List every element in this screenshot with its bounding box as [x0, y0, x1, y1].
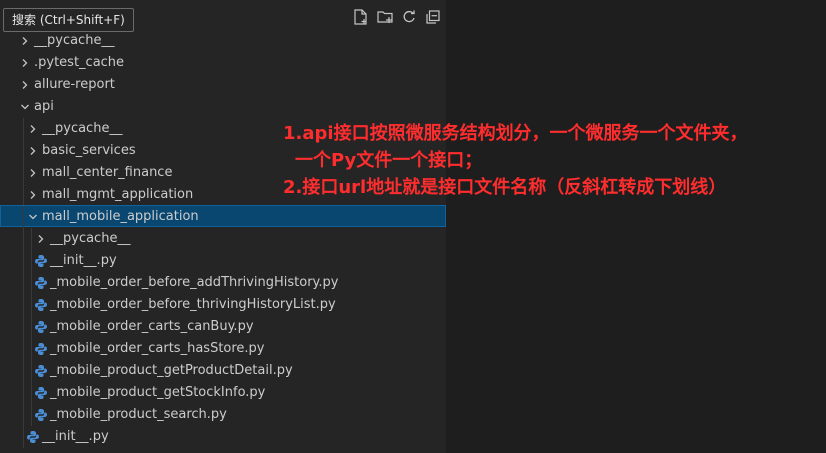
new-file-icon[interactable]: [352, 8, 370, 26]
indent-guide: [23, 316, 24, 338]
indent-guide: [31, 294, 32, 316]
python-file-icon: [33, 407, 49, 423]
refresh-icon[interactable]: [400, 8, 418, 26]
tree-file-item[interactable]: _mobile_product_search.py: [0, 403, 446, 426]
chevron-right-icon[interactable]: [25, 121, 41, 137]
indent-guide: [31, 272, 32, 294]
indent-guide: [23, 184, 24, 206]
tree-item-label: __pycache__: [34, 33, 115, 48]
tree-item-label: __pycache__: [42, 121, 123, 136]
tree-item-label: .pytest_cache: [34, 55, 125, 70]
python-file-icon: [33, 275, 49, 291]
tree-item-label: api: [34, 99, 54, 114]
indent-guide: [23, 118, 24, 140]
annotation-line-2: 一个Py文件一个接口；: [295, 150, 483, 171]
tree-file-item[interactable]: _mobile_order_carts_canBuy.py: [0, 315, 446, 338]
indent-guide: [31, 316, 32, 338]
indent-guide: [23, 360, 24, 382]
file-tree: __pycache__ .pytest_cache allure-report api…: [0, 29, 446, 448]
indent-guide: [23, 162, 24, 184]
annotation-text: 1.api接口按照微服务结构划分，一个微服务一个文件夹， 一个Py文件一个接口；…: [283, 120, 748, 201]
python-file-icon: [25, 429, 41, 445]
tree-item-label: _mobile_order_before_thrivingHistoryList…: [50, 297, 336, 312]
tree-folder-item[interactable]: allure-report: [0, 73, 446, 95]
explorer-sidebar: 搜索 (Ctrl+Shift+F) __pycache__ .pytest_ca…: [0, 0, 446, 453]
indent-guide: [31, 360, 32, 382]
indent-guide: [23, 140, 24, 162]
new-folder-icon[interactable]: [376, 8, 394, 26]
tree-item-label: _mobile_product_getProductDetail.py: [50, 363, 293, 378]
python-file-icon: [33, 319, 49, 335]
tree-folder-item[interactable]: api: [0, 95, 446, 117]
python-file-icon: [33, 341, 49, 357]
indent-guide: [31, 338, 32, 360]
chevron-right-icon[interactable]: [17, 33, 33, 49]
tree-file-item[interactable]: _mobile_order_before_addThrivingHistory.…: [0, 271, 446, 294]
tree-file-item[interactable]: _mobile_order_carts_hasStore.py: [0, 337, 446, 360]
chevron-right-icon[interactable]: [33, 231, 49, 247]
tree-item-label: __init__.py: [50, 253, 117, 268]
chevron-right-icon[interactable]: [25, 187, 41, 203]
tree-item-label: _mobile_product_search.py: [50, 407, 227, 422]
indent-guide: [23, 272, 24, 294]
search-tooltip: 搜索 (Ctrl+Shift+F): [3, 8, 134, 32]
chevron-down-icon[interactable]: [17, 99, 33, 115]
tree-file-item[interactable]: __init__.py: [0, 425, 446, 448]
python-file-icon: [33, 297, 49, 313]
indent-guide: [31, 250, 32, 272]
tree-file-item[interactable]: _mobile_product_getStockInfo.py: [0, 381, 446, 404]
tree-file-item[interactable]: _mobile_product_getProductDetail.py: [0, 359, 446, 382]
tree-folder-item[interactable]: mall_mobile_application: [0, 205, 446, 228]
tree-item-label: _mobile_order_before_addThrivingHistory.…: [50, 275, 339, 290]
indent-guide: [23, 294, 24, 316]
tree-item-label: __init__.py: [42, 429, 109, 444]
explorer-toolbar: [352, 8, 442, 26]
tree-item-label: mall_center_finance: [42, 165, 173, 180]
chevron-right-icon[interactable]: [17, 77, 33, 93]
python-file-icon: [33, 253, 49, 269]
chevron-right-icon[interactable]: [25, 165, 41, 181]
tree-item-label: _mobile_order_carts_canBuy.py: [50, 319, 254, 334]
python-file-icon: [33, 385, 49, 401]
annotation-line-1: 1.api接口按照微服务结构划分，一个微服务一个文件夹，: [283, 123, 748, 144]
indent-guide: [31, 228, 32, 250]
indent-guide: [31, 404, 32, 426]
tree-file-item[interactable]: __init__.py: [0, 249, 446, 272]
tree-item-label: _mobile_order_carts_hasStore.py: [50, 341, 265, 356]
indent-guide: [23, 228, 24, 250]
chevron-down-icon[interactable]: [25, 209, 41, 225]
indent-guide: [23, 382, 24, 404]
chevron-right-icon[interactable]: [17, 55, 33, 71]
annotation-line-3: 2.接口url地址就是接口文件名称（反斜杠转成下划线）: [283, 177, 727, 198]
tree-item-label: allure-report: [34, 77, 115, 92]
indent-guide: [31, 382, 32, 404]
tree-folder-item[interactable]: .pytest_cache: [0, 51, 446, 73]
tree-folder-item[interactable]: __pycache__: [0, 227, 446, 250]
tree-item-label: mall_mgmt_application: [42, 187, 194, 202]
indent-guide: [23, 206, 24, 228]
tree-item-label: basic_services: [42, 143, 136, 158]
tree-item-label: mall_mobile_application: [42, 209, 199, 224]
tree-folder-item[interactable]: __pycache__: [0, 29, 446, 51]
indent-guide: [23, 404, 24, 426]
python-file-icon: [33, 363, 49, 379]
indent-guide: [23, 250, 24, 272]
tree-item-label: __pycache__: [50, 231, 131, 246]
indent-guide: [23, 426, 24, 448]
collapse-all-icon[interactable]: [424, 8, 442, 26]
tree-item-label: _mobile_product_getStockInfo.py: [50, 385, 266, 400]
tree-file-item[interactable]: _mobile_order_before_thrivingHistoryList…: [0, 293, 446, 316]
chevron-right-icon[interactable]: [25, 143, 41, 159]
indent-guide: [23, 338, 24, 360]
